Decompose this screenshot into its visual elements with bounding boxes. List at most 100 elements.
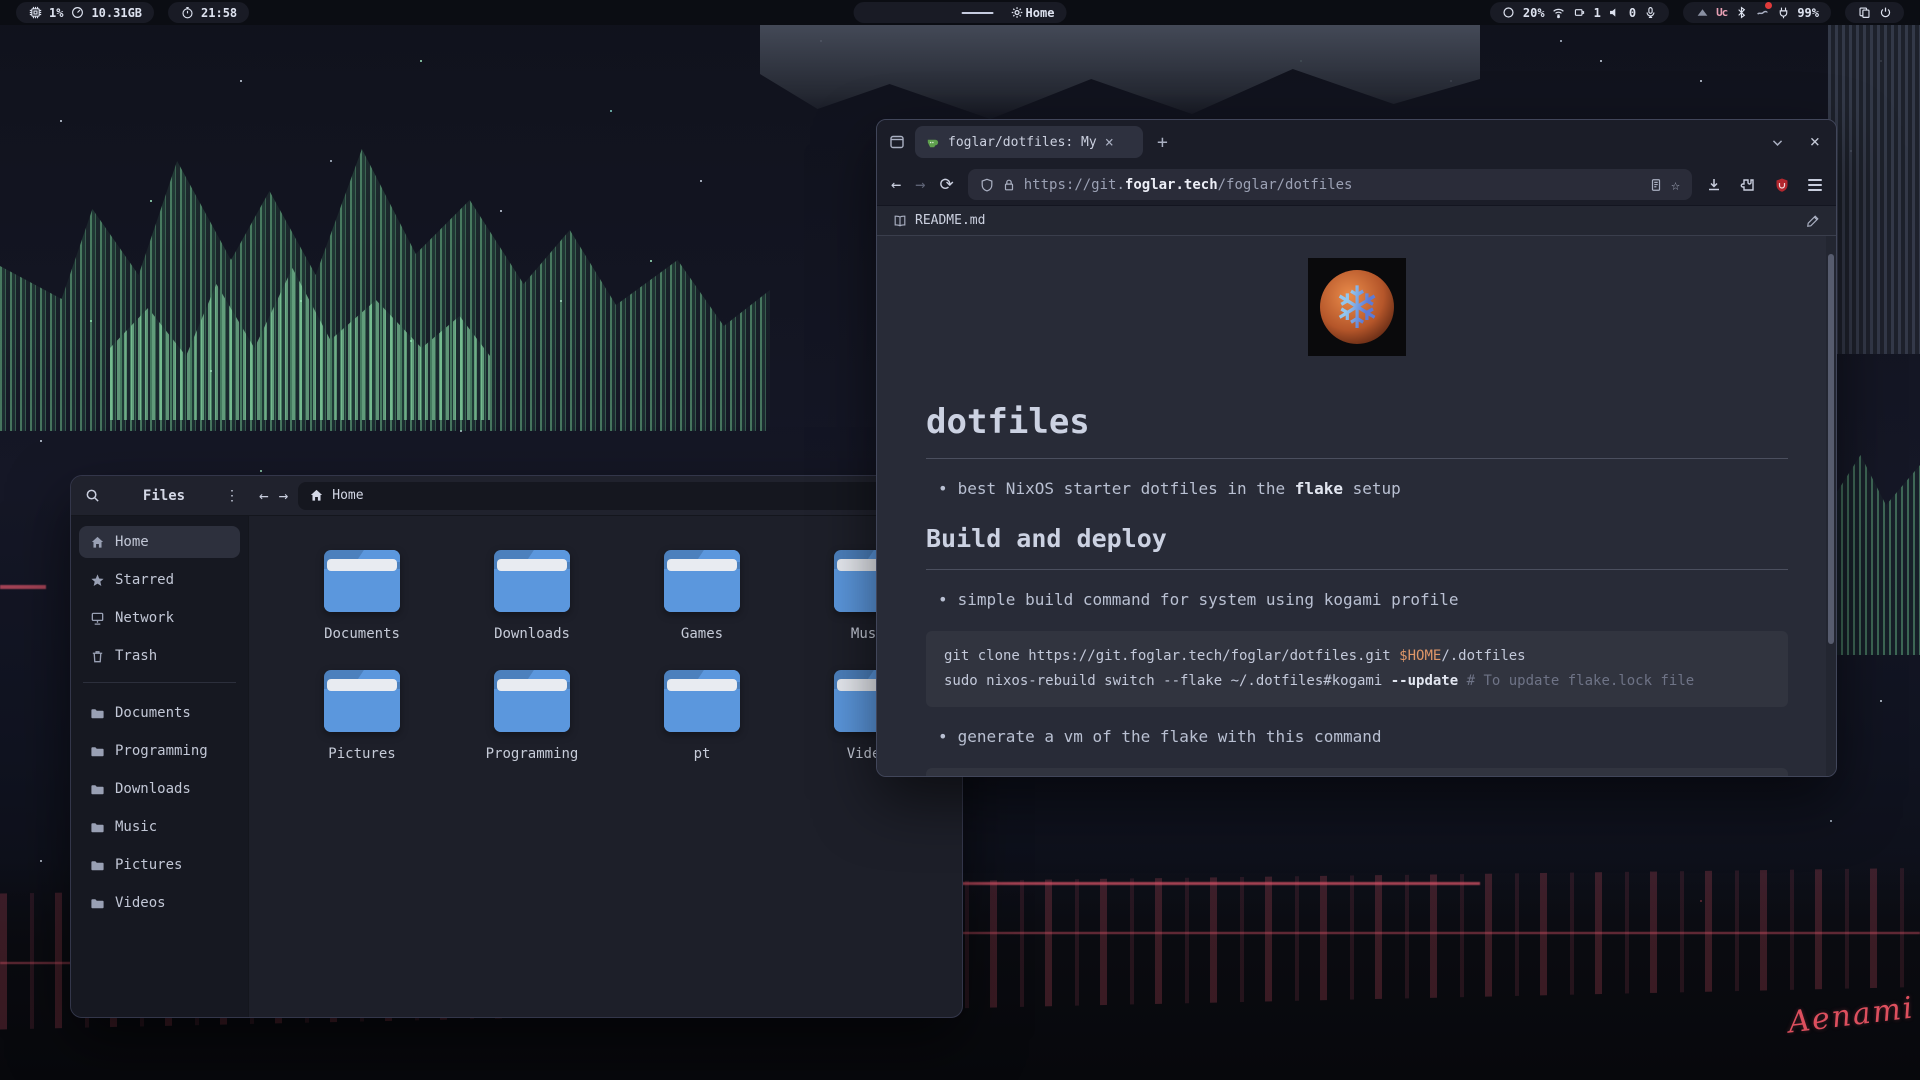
files-headerbar: Files ⋮ ← → Home ⋮ ⋮ — [71, 476, 962, 516]
scrollbar-thumb[interactable] — [1828, 254, 1834, 644]
trash-icon — [89, 648, 105, 664]
tracking-shield-icon — [980, 178, 994, 192]
sidebar-item-starred[interactable]: Starred — [79, 564, 240, 596]
gear-icon — [1010, 6, 1024, 20]
folder-item-documents[interactable]: Documents — [277, 550, 447, 642]
readme-filename: README.md — [915, 213, 985, 228]
cpu-usage-value: 1% — [49, 6, 63, 20]
browser-forward-button[interactable]: → — [915, 175, 925, 195]
scrollbar-track[interactable] — [1826, 236, 1836, 776]
tab-title: foglar/dotfiles: My — [948, 135, 1097, 150]
folder-item-downloads[interactable]: Downloads — [447, 550, 617, 642]
battery-device-icon — [1573, 6, 1587, 20]
readme-title: dotfiles — [926, 402, 1788, 442]
reader-mode-icon[interactable] — [1649, 178, 1663, 192]
url-bar[interactable]: https://git.foglar.tech/foglar/dotfiles … — [968, 169, 1692, 200]
bookmark-star-icon[interactable]: ☆ — [1671, 176, 1680, 194]
folder-item-pictures[interactable]: Pictures — [277, 670, 447, 762]
brightness-icon — [1502, 6, 1516, 20]
path-bar[interactable]: Home ⋮ — [298, 482, 896, 510]
microphone-icon — [1643, 6, 1657, 20]
system-monitor-pill: 1% 10.31GB — [16, 2, 154, 23]
wallpaper-red-streak — [900, 932, 1920, 934]
sidebar-item-pictures[interactable]: Pictures — [79, 849, 240, 881]
app-title: Files — [113, 488, 215, 504]
brightness-value: 20% — [1523, 6, 1545, 20]
search-icon[interactable] — [81, 485, 103, 507]
clipboard-icon[interactable] — [1857, 6, 1871, 20]
window-close-icon[interactable]: × — [1810, 132, 1820, 152]
divider — [926, 458, 1788, 459]
vpn-signal-icon — [1695, 6, 1709, 20]
controls-pill: 20% 1 0 — [1490, 2, 1669, 23]
readme-bullet: simple build command for system using ko… — [926, 590, 1788, 609]
workspace-switcher — [866, 12, 994, 14]
ublock-origin-icon[interactable] — [1774, 177, 1790, 193]
edit-pencil-icon[interactable] — [1806, 214, 1820, 228]
tab-close-icon[interactable]: × — [1105, 133, 1114, 151]
folder-item-programming[interactable]: Programming — [447, 670, 617, 762]
clock-icon — [180, 6, 194, 20]
folder-item-games[interactable]: Games — [617, 550, 787, 642]
back-button[interactable]: ← — [259, 486, 269, 505]
forward-button[interactable]: → — [279, 486, 289, 505]
network-icon — [89, 610, 105, 626]
memory-gauge-icon — [70, 6, 84, 20]
nix-snowflake-icon: ❄ — [1308, 258, 1406, 356]
folder-icon — [89, 781, 105, 797]
folder-icon — [664, 550, 740, 612]
firefox-view-icon[interactable] — [887, 132, 907, 152]
reload-button[interactable]: ⟳ — [940, 175, 954, 195]
sidebar-item-music[interactable]: Music — [79, 811, 240, 843]
readme-file-bar: README.md — [877, 206, 1836, 236]
menu-icon[interactable] — [1808, 179, 1822, 191]
new-tab-button[interactable]: + — [1157, 132, 1168, 153]
keyboard-indicator-icon: Uc — [1716, 6, 1727, 19]
sidebar-item-home[interactable]: Home — [79, 526, 240, 558]
browser-back-button[interactable]: ← — [891, 175, 901, 195]
book-icon — [893, 214, 907, 228]
folder-icon — [89, 705, 105, 721]
sidebar-item-videos[interactable]: Videos — [79, 887, 240, 919]
tab-bar: foglar/dotfiles: My × + × — [877, 120, 1836, 164]
current-location-label: Home — [332, 488, 363, 503]
sidebar-item-documents[interactable]: Documents — [79, 697, 240, 729]
folder-icon — [494, 550, 570, 612]
sidebar-item-trash[interactable]: Trash — [79, 640, 240, 672]
battery-percent-value: 99% — [1797, 6, 1819, 20]
notification-dot — [1765, 2, 1772, 9]
code-block: nix run github:nix-community/nixos-gener… — [926, 768, 1788, 776]
readme-content: ❄ dotfiles best NixOS starter dotfiles i… — [877, 236, 1836, 776]
folder-icon — [89, 819, 105, 835]
list-tabs-chevron-icon[interactable] — [1768, 132, 1788, 152]
sidebar-item-downloads[interactable]: Downloads — [79, 773, 240, 805]
divider — [926, 569, 1788, 570]
profile-label[interactable]: Home — [1026, 6, 1055, 20]
sidebar-divider — [83, 682, 236, 683]
sidebar-places: Home Starred Network Trash — [79, 526, 240, 672]
extension-icon[interactable] — [1740, 177, 1756, 193]
sidebar-item-programming[interactable]: Programming — [79, 735, 240, 767]
status-bar: 1% 10.31GB 21:58 Home — [0, 0, 1920, 25]
folder-icon — [89, 857, 105, 873]
home-icon — [89, 534, 105, 550]
wifi-icon — [1552, 6, 1566, 20]
code-block: git clone https://git.foglar.tech/foglar… — [926, 631, 1788, 707]
clock-pill: 21:58 — [168, 2, 249, 23]
sidebar-menu-icon[interactable]: ⋮ — [225, 488, 239, 504]
nixos-logo: ❄ — [1308, 258, 1406, 356]
volume-value: 0 — [1629, 6, 1636, 20]
downloads-icon[interactable] — [1706, 177, 1722, 193]
workspace-5[interactable] — [962, 12, 994, 14]
folder-item-pt[interactable]: pt — [617, 670, 787, 762]
session-pill — [1845, 2, 1904, 23]
star-icon — [89, 572, 105, 588]
lock-icon — [1002, 178, 1016, 192]
sidebar-item-network[interactable]: Network — [79, 602, 240, 634]
cpu-icon — [28, 6, 42, 20]
readme-section-title: Build and deploy — [926, 524, 1788, 553]
power-icon[interactable] — [1878, 6, 1892, 20]
folder-icon — [89, 895, 105, 911]
url-text: https://git.foglar.tech/foglar/dotfiles — [1024, 177, 1353, 193]
browser-tab-active[interactable]: foglar/dotfiles: My × — [915, 126, 1143, 158]
